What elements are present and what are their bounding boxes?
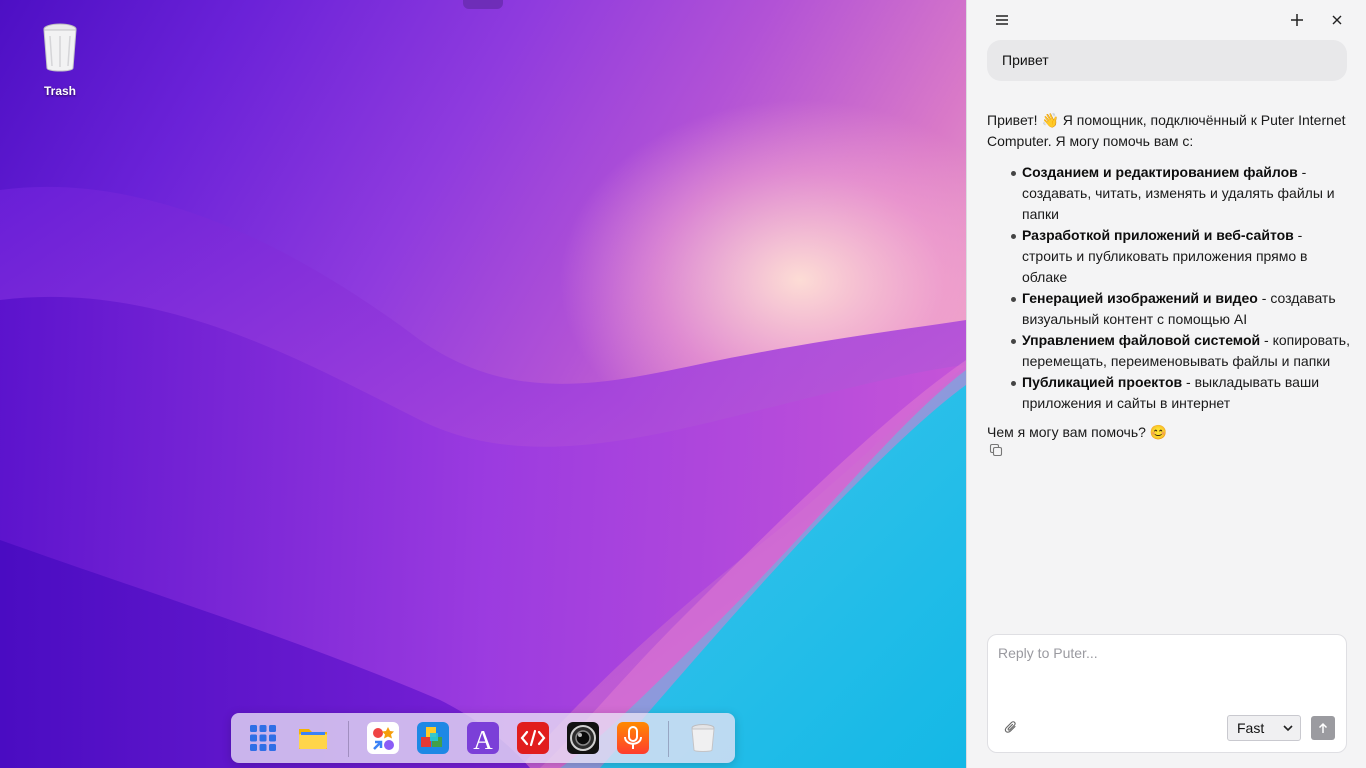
top-bar-handle[interactable] (463, 0, 503, 9)
dock-item-cubes[interactable] (417, 722, 449, 754)
assistant-message: Привет! 👋 Я помощник, подключённый к Put… (987, 110, 1352, 443)
dock-item-editor[interactable]: A (467, 722, 499, 755)
trash-icon (43, 23, 77, 72)
desktop-icon-trash[interactable]: Trash (26, 22, 94, 98)
apps-icon (373, 727, 394, 750)
svg-text:A: A (473, 725, 493, 754)
close-icon (1332, 15, 1342, 25)
microphone-icon (624, 726, 642, 749)
list-item: Генерацией изображений и видео - создава… (987, 288, 1352, 330)
paperclip-icon (1004, 721, 1016, 733)
grid-icon (250, 725, 276, 751)
new-chat-button[interactable] (1286, 9, 1308, 31)
arrow-up-icon (1318, 722, 1328, 733)
dock-separator (668, 721, 669, 757)
list-item: Созданием и редактированием файлов - соз… (987, 162, 1352, 225)
plus-icon (1291, 14, 1303, 26)
attach-button[interactable] (1004, 720, 1020, 736)
camera-icon (570, 725, 596, 751)
dock-item-recorder[interactable] (617, 722, 649, 754)
dock-item-files[interactable] (297, 722, 329, 754)
taskbar-dock: A (231, 713, 735, 763)
assistant-list: Созданием и редактированием файлов - соз… (987, 162, 1352, 414)
dock-separator (348, 721, 349, 757)
dock-item-app-center[interactable] (367, 722, 399, 754)
copy-button[interactable] (989, 443, 1005, 459)
menu-icon (996, 15, 1008, 25)
message-composer: Fast (987, 634, 1347, 753)
dock-item-code[interactable] (517, 722, 549, 754)
dock-item-app-launcher[interactable] (247, 722, 279, 754)
cubes-icon (421, 727, 442, 747)
user-message: Привет (987, 40, 1347, 81)
list-item: Публикацией проектов - выкладывать ваши … (987, 372, 1352, 414)
wallpaper-waves (0, 186, 966, 768)
list-item: Разработкой приложений и веб-сайтов - ст… (987, 225, 1352, 288)
folder-icon (299, 729, 327, 749)
model-select[interactable]: Fast (1227, 715, 1301, 741)
trash-icon (691, 724, 715, 752)
assistant-outro: Чем я могу вам помочь? 😊 (987, 424, 1168, 440)
desktop-icon-label: Trash (43, 84, 76, 98)
desktop: Trash A (0, 0, 966, 768)
reply-input[interactable] (998, 645, 1336, 705)
model-select-value: Fast (1237, 720, 1265, 736)
letter-a-icon: A (473, 725, 493, 755)
menu-button[interactable] (991, 9, 1013, 31)
send-button[interactable] (1311, 716, 1335, 740)
chevron-down-icon (1283, 725, 1293, 732)
dock-item-trash[interactable] (687, 722, 719, 754)
chat-header (967, 0, 1366, 40)
list-item: Управлением файловой системой - копирова… (987, 330, 1352, 372)
copy-icon (989, 443, 1003, 457)
assistant-intro: Привет! 👋 Я помощник, подключённый к Put… (987, 112, 1346, 149)
dock-item-camera[interactable] (567, 722, 599, 754)
code-icon (520, 729, 546, 747)
close-button[interactable] (1326, 9, 1348, 31)
ai-chat-panel: Привет Привет! 👋 Я помощник, подключённы… (966, 0, 1366, 768)
